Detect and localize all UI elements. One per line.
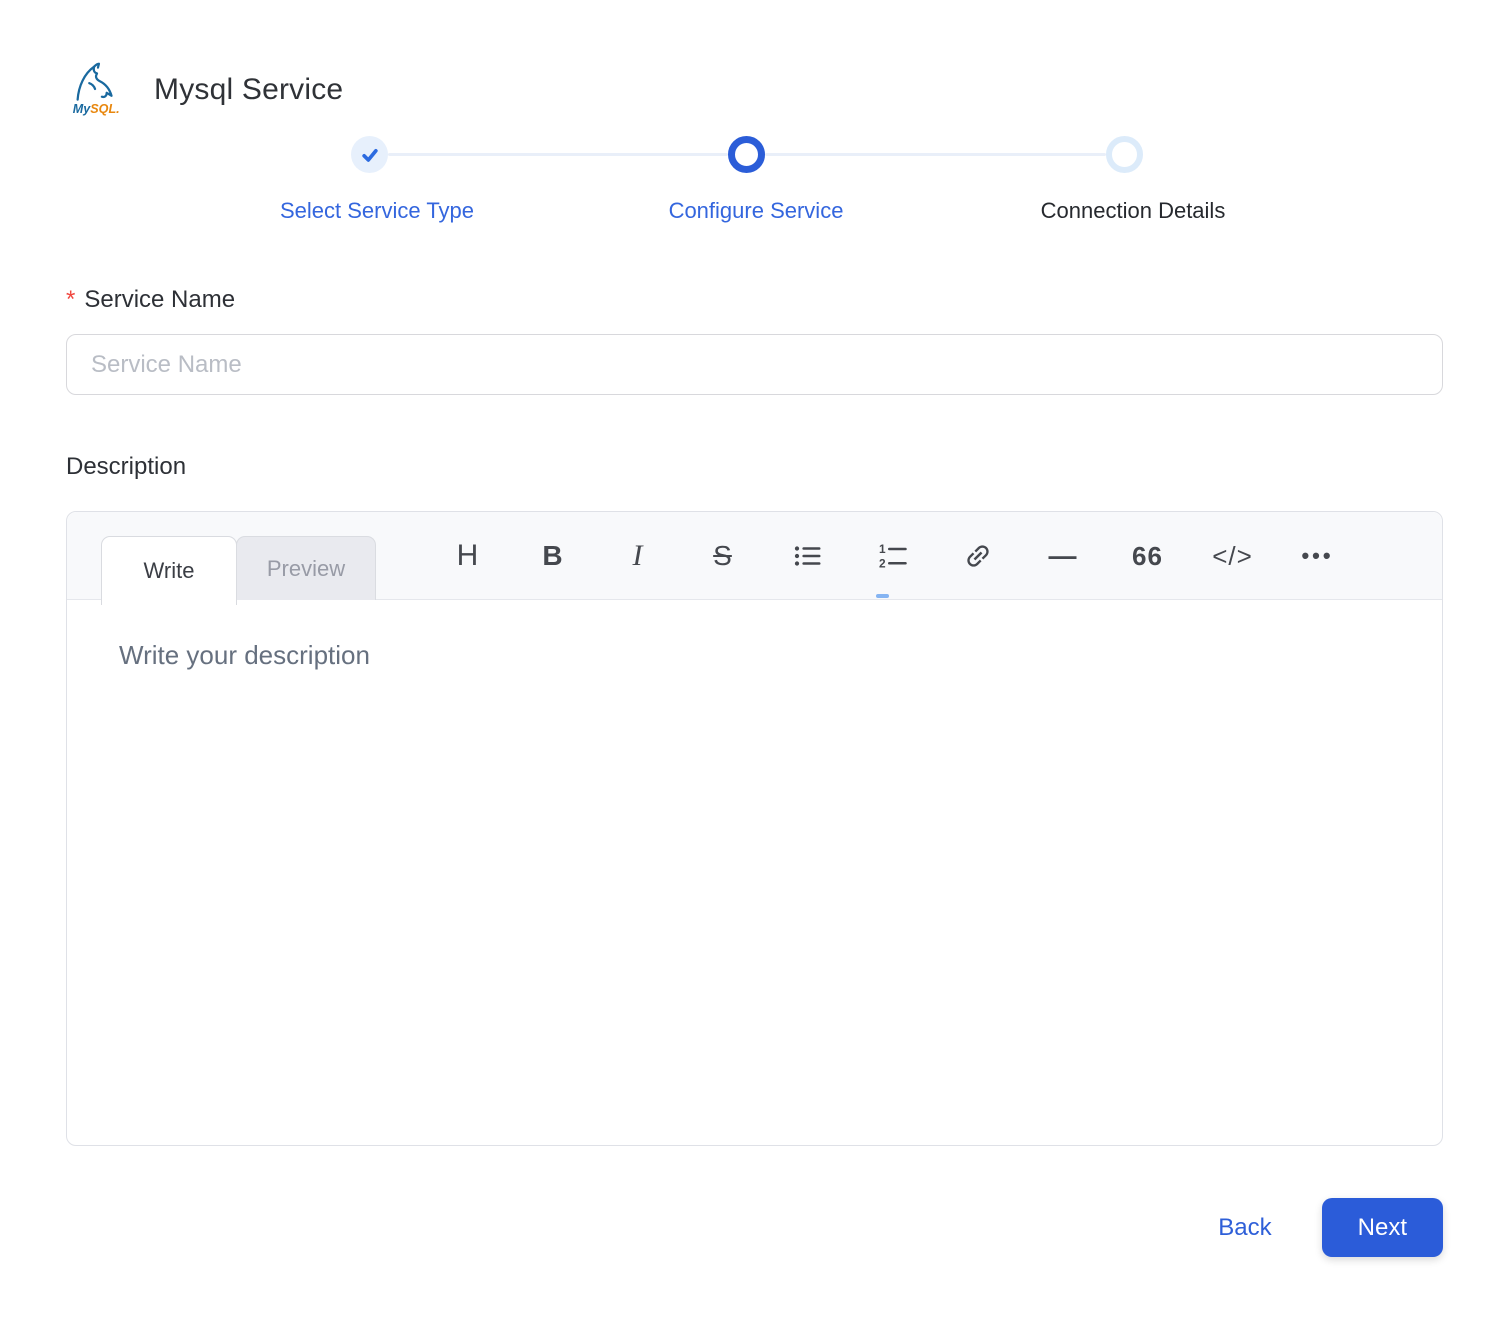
- quote-button[interactable]: 66: [1105, 512, 1190, 600]
- stepper-connector: [388, 153, 728, 156]
- heading-button[interactable]: H: [425, 512, 510, 600]
- link-icon: [963, 541, 993, 571]
- step-circle-connection-details: [1106, 136, 1143, 173]
- horizontal-rule-icon: —: [1049, 540, 1077, 572]
- page-header: MySQL. Mysql Service: [66, 58, 1443, 122]
- tab-preview[interactable]: Preview: [236, 536, 376, 600]
- unordered-list-icon: [793, 541, 823, 571]
- description-editor: Write Preview H B I S: [66, 511, 1443, 1146]
- stepper-connector: [765, 153, 1106, 156]
- svg-text:1: 1: [879, 542, 886, 556]
- strikethrough-icon: S: [713, 540, 732, 572]
- ordered-list-button[interactable]: 12: [850, 512, 935, 600]
- quote-icon: 66: [1132, 541, 1163, 572]
- description-textarea[interactable]: [67, 600, 1442, 1146]
- editor-tabs: Write Preview: [101, 536, 376, 605]
- description-label: Description: [66, 453, 1443, 481]
- code-icon: </>: [1212, 541, 1253, 572]
- step-circle-select-service-type: [351, 136, 388, 173]
- italic-icon: I: [633, 539, 643, 573]
- italic-button[interactable]: I: [595, 512, 680, 600]
- more-button[interactable]: •••: [1275, 512, 1360, 600]
- editor-toolbar: Write Preview H B I S: [67, 512, 1442, 600]
- unordered-list-button[interactable]: [765, 512, 850, 600]
- service-name-label: * Service Name: [66, 286, 1443, 314]
- ordered-list-icon: 12: [878, 541, 908, 571]
- svg-text:MySQL.: MySQL.: [73, 102, 120, 116]
- next-button[interactable]: Next: [1322, 1198, 1443, 1257]
- tab-write[interactable]: Write: [101, 536, 237, 605]
- required-asterisk: *: [66, 286, 75, 314]
- service-name-input[interactable]: [66, 334, 1443, 395]
- footer-actions: Back Next: [66, 1198, 1443, 1257]
- horizontal-rule-button[interactable]: —: [1020, 512, 1105, 600]
- link-button[interactable]: [935, 512, 1020, 600]
- back-button[interactable]: Back: [1218, 1214, 1271, 1242]
- editor-body: [67, 600, 1442, 1146]
- step-circle-configure-service: [728, 136, 765, 173]
- heading-icon: H: [457, 539, 479, 573]
- step-label-connection-details: Connection Details: [1041, 198, 1226, 224]
- code-button[interactable]: </>: [1190, 512, 1275, 600]
- editor-tools: H B I S: [425, 512, 1360, 600]
- step-label-configure-service: Configure Service: [669, 198, 844, 224]
- step-label-select-service-type: Select Service Type: [280, 198, 474, 224]
- ordered-list-underline-artifact: [876, 594, 889, 598]
- more-icon: •••: [1301, 543, 1333, 569]
- svg-text:2: 2: [879, 556, 886, 570]
- configure-service-page: MySQL. Mysql Service Select Service Type…: [66, 0, 1443, 1257]
- strikethrough-button[interactable]: S: [680, 512, 765, 600]
- check-icon: [360, 145, 380, 165]
- page-title: Mysql Service: [154, 73, 343, 107]
- bold-icon: B: [542, 540, 562, 572]
- stepper: Select Service Type Configure Service Co…: [66, 136, 1443, 232]
- mysql-logo-icon: MySQL.: [66, 57, 128, 124]
- bold-button[interactable]: B: [510, 512, 595, 600]
